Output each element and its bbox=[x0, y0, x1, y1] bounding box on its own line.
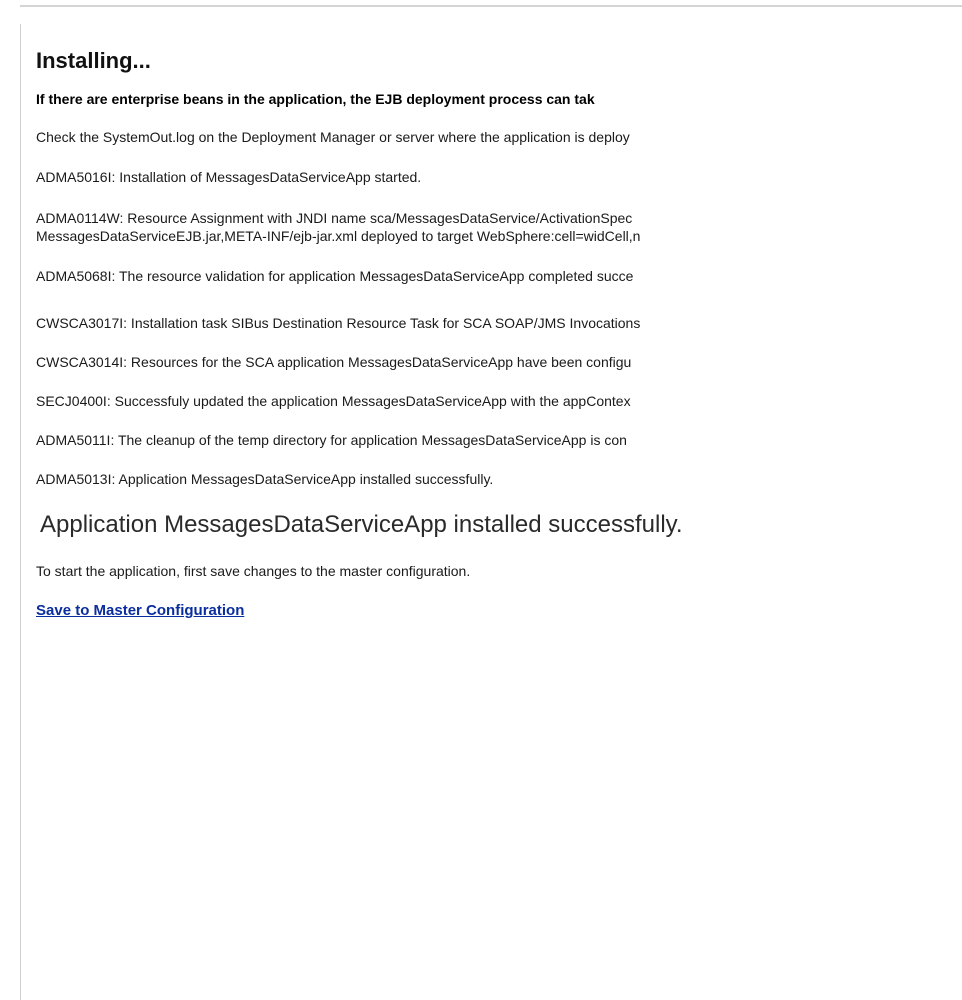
message-install-complete: ADMA5013I: Application MessagesDataServi… bbox=[36, 471, 494, 487]
install-page: Installing... If there are enterprise be… bbox=[0, 0, 962, 1000]
save-link-row: Save to Master Configuration bbox=[36, 602, 962, 620]
message-temp-cleanup: ADMA5011I: The cleanup of the temp direc… bbox=[36, 432, 627, 448]
message-install-started: ADMA5016I: Installation of MessagesDataS… bbox=[36, 169, 422, 185]
message-resource-validation: ADMA5068I: The resource validation for a… bbox=[36, 268, 634, 284]
install-content: Installing... If there are enterprise be… bbox=[36, 48, 962, 620]
message-resource-assignment: ADMA0114W: Resource Assignment with JNDI… bbox=[36, 209, 962, 245]
install-success-status: Application MessagesDataServiceApp insta… bbox=[40, 511, 683, 538]
left-divider bbox=[20, 24, 21, 1000]
message-resource-assignment-line-2: MessagesDataServiceEJB.jar,META-INF/ejb-… bbox=[36, 228, 641, 244]
top-divider bbox=[20, 5, 962, 7]
check-log-message: Check the SystemOut.log on the Deploymen… bbox=[36, 129, 630, 145]
message-sibus-task: CWSCA3017I: Installation task SIBus Dest… bbox=[36, 315, 641, 331]
ejb-deployment-warning: If there are enterprise beans in the app… bbox=[36, 91, 595, 107]
message-resource-assignment-line-1: ADMA0114W: Resource Assignment with JNDI… bbox=[36, 210, 633, 226]
page-title: Installing... bbox=[36, 48, 151, 73]
save-instruction: To start the application, first save cha… bbox=[36, 563, 471, 579]
save-to-master-configuration-link[interactable]: Save to Master Configuration bbox=[36, 602, 244, 619]
message-sca-resources: CWSCA3014I: Resources for the SCA applic… bbox=[36, 354, 632, 370]
message-app-context: SECJ0400I: Successfuly updated the appli… bbox=[36, 393, 631, 409]
